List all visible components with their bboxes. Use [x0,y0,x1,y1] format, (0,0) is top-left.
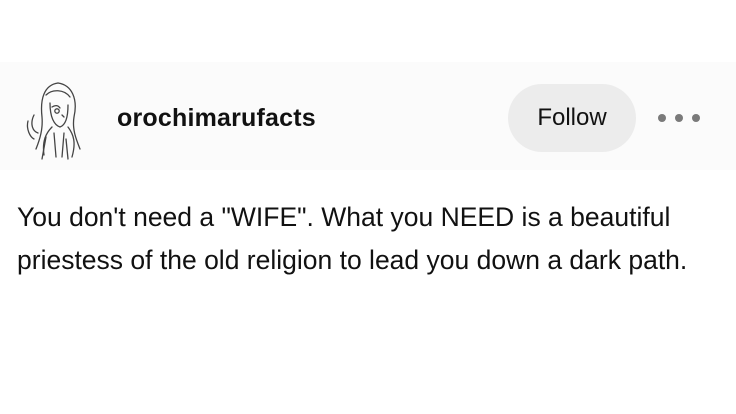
dot [692,114,700,122]
post-text: You don't need a "WIFE". What you NEED i… [17,202,688,275]
follow-button[interactable]: Follow [508,84,636,152]
dot [675,114,683,122]
username[interactable]: orochimarufacts [117,104,316,133]
dot [658,114,666,122]
sketch-avatar-icon [26,82,81,160]
avatar[interactable] [22,77,86,161]
more-options-icon[interactable] [658,108,700,128]
